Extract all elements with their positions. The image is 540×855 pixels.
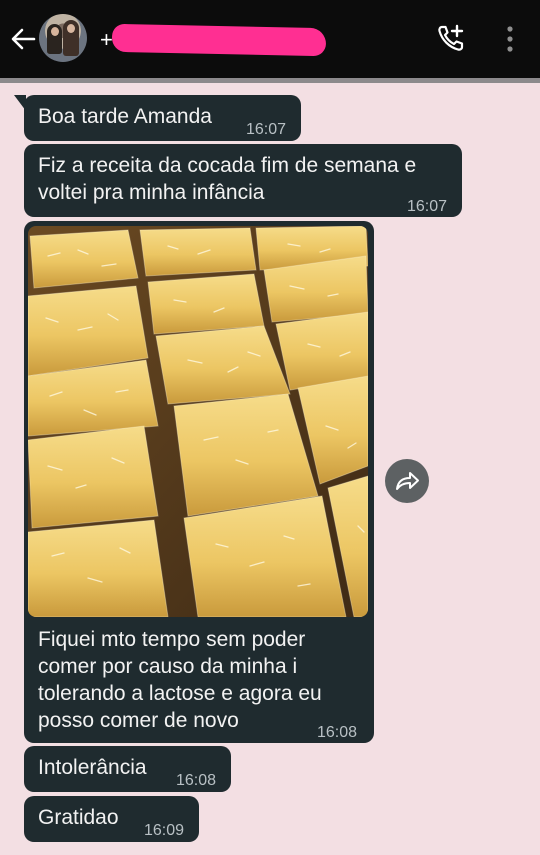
message-time: 16:08	[176, 772, 217, 789]
message-text: Intolerância	[38, 756, 147, 779]
redaction-mark	[111, 23, 327, 57]
message-bubble[interactable]: Gratidao 16:09	[24, 796, 199, 842]
coconut-bars-photo[interactable]	[28, 226, 368, 617]
message-time: 16:09	[144, 822, 185, 839]
avatar[interactable]	[39, 14, 87, 62]
arrow-left-icon[interactable]	[8, 24, 38, 54]
message-bubble[interactable]: Intolerância 16:08	[24, 746, 231, 792]
chat-header: +5	[0, 0, 540, 78]
more-vertical-icon[interactable]	[504, 25, 516, 53]
message-text: Boa tarde Amanda	[38, 105, 212, 128]
message-time: 16:07	[246, 121, 287, 138]
forward-button[interactable]	[385, 459, 429, 503]
image-caption: Fiquei mto tempo sem poder comer por cau…	[38, 628, 322, 732]
message-bubble[interactable]: Boa tarde Amanda 16:07	[14, 95, 301, 141]
message-text: Gratidao	[38, 806, 119, 829]
message-time: 16:07	[407, 198, 448, 215]
message-bubble[interactable]: Fiz a receita da cocada fim de semana e …	[24, 144, 462, 217]
forward-icon	[396, 472, 419, 490]
add-call-icon[interactable]	[436, 23, 466, 53]
header-divider	[0, 78, 540, 83]
message-text: Fiz a receita da cocada fim de semana e …	[38, 154, 417, 204]
message-time: 16:08	[317, 724, 358, 741]
